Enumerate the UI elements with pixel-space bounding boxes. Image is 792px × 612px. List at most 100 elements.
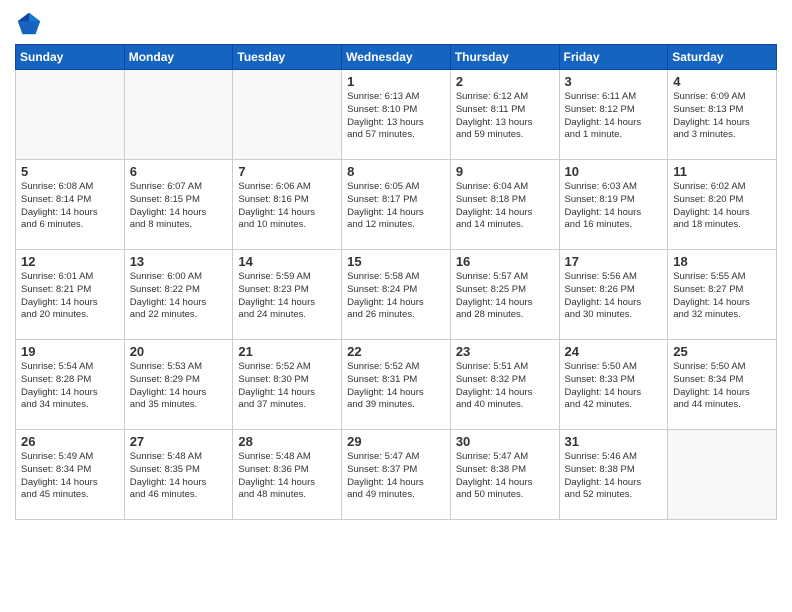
calendar-cell: 4 Sunrise: 6:09 AMSunset: 8:13 PMDaylight… — [668, 70, 777, 160]
day-number: 2 — [456, 74, 554, 89]
day-number: 20 — [130, 344, 228, 359]
day-number: 6 — [130, 164, 228, 179]
cell-text: Sunrise: 6:11 AMSunset: 8:12 PMDaylight:… — [565, 91, 663, 142]
calendar-cell: 16 Sunrise: 5:57 AMSunset: 8:25 PMDayligh… — [450, 250, 559, 340]
weekday-header: Tuesday — [233, 45, 342, 70]
cell-text: Sunrise: 6:00 AMSunset: 8:22 PMDaylight:… — [130, 271, 228, 322]
cell-text: Sunrise: 5:54 AMSunset: 8:28 PMDaylight:… — [21, 361, 119, 412]
cell-text: Sunrise: 6:08 AMSunset: 8:14 PMDaylight:… — [21, 181, 119, 232]
calendar-week-row: 1Sunrise: 6:13 AMSunset: 8:10 PMDaylight… — [16, 70, 777, 160]
day-number: 3 — [565, 74, 663, 89]
weekday-header: Friday — [559, 45, 668, 70]
calendar-cell: 19 Sunrise: 5:54 AMSunset: 8:28 PMDayligh… — [16, 340, 125, 430]
calendar-cell: 12 Sunrise: 6:01 AMSunset: 8:21 PMDayligh… — [16, 250, 125, 340]
day-number: 5 — [21, 164, 119, 179]
day-number: 21 — [238, 344, 336, 359]
calendar-cell: 28 Sunrise: 5:48 AMSunset: 8:36 PMDayligh… — [233, 430, 342, 520]
calendar-week-row: 26Sunrise: 5:49 AMSunset: 8:34 PMDayligh… — [16, 430, 777, 520]
calendar-cell: 1Sunrise: 6:13 AMSunset: 8:10 PMDaylight… — [342, 70, 451, 160]
calendar-cell: 11 Sunrise: 6:02 AMSunset: 8:20 PMDayligh… — [668, 160, 777, 250]
logo — [15, 10, 47, 38]
day-number: 17 — [565, 254, 663, 269]
cell-text: Sunrise: 6:06 AMSunset: 8:16 PMDaylight:… — [238, 181, 336, 232]
calendar: SundayMondayTuesdayWednesdayThursdayFrid… — [15, 44, 777, 520]
day-number: 1 — [347, 74, 445, 89]
day-number: 8 — [347, 164, 445, 179]
calendar-cell: 29 Sunrise: 5:47 AMSunset: 8:37 PMDayligh… — [342, 430, 451, 520]
calendar-cell: 17 Sunrise: 5:56 AMSunset: 8:26 PMDayligh… — [559, 250, 668, 340]
calendar-cell: 2Sunrise: 6:12 AMSunset: 8:11 PMDaylight… — [450, 70, 559, 160]
cell-text: Sunrise: 5:57 AMSunset: 8:25 PMDaylight:… — [456, 271, 554, 322]
day-number: 12 — [21, 254, 119, 269]
cell-text: Sunrise: 5:49 AMSunset: 8:34 PMDaylight:… — [21, 451, 119, 502]
day-number: 9 — [456, 164, 554, 179]
day-number: 13 — [130, 254, 228, 269]
cell-text: Sunrise: 6:02 AMSunset: 8:20 PMDaylight:… — [673, 181, 771, 232]
day-number: 11 — [673, 164, 771, 179]
day-number: 28 — [238, 434, 336, 449]
cell-text: Sunrise: 5:52 AMSunset: 8:31 PMDaylight:… — [347, 361, 445, 412]
calendar-week-row: 19 Sunrise: 5:54 AMSunset: 8:28 PMDayligh… — [16, 340, 777, 430]
cell-text: Sunrise: 5:59 AMSunset: 8:23 PMDaylight:… — [238, 271, 336, 322]
calendar-cell: 21Sunrise: 5:52 AMSunset: 8:30 PMDayligh… — [233, 340, 342, 430]
cell-text: Sunrise: 5:56 AMSunset: 8:26 PMDaylight:… — [565, 271, 663, 322]
day-number: 22 — [347, 344, 445, 359]
calendar-week-row: 12 Sunrise: 6:01 AMSunset: 8:21 PMDayligh… — [16, 250, 777, 340]
day-number: 4 — [673, 74, 771, 89]
calendar-cell: 20Sunrise: 5:53 AMSunset: 8:29 PMDayligh… — [124, 340, 233, 430]
calendar-cell — [233, 70, 342, 160]
day-number: 7 — [238, 164, 336, 179]
weekday-header-row: SundayMondayTuesdayWednesdayThursdayFrid… — [16, 45, 777, 70]
weekday-header: Thursday — [450, 45, 559, 70]
day-number: 31 — [565, 434, 663, 449]
page-header — [15, 10, 777, 38]
calendar-cell — [668, 430, 777, 520]
calendar-week-row: 5 Sunrise: 6:08 AMSunset: 8:14 PMDaylight… — [16, 160, 777, 250]
cell-text: Sunrise: 5:47 AMSunset: 8:38 PMDaylight:… — [456, 451, 554, 502]
day-number: 25 — [673, 344, 771, 359]
cell-text: Sunrise: 5:46 AMSunset: 8:38 PMDaylight:… — [565, 451, 663, 502]
cell-text: Sunrise: 6:05 AMSunset: 8:17 PMDaylight:… — [347, 181, 445, 232]
calendar-cell: 24 Sunrise: 5:50 AMSunset: 8:33 PMDayligh… — [559, 340, 668, 430]
cell-text: Sunrise: 6:07 AMSunset: 8:15 PMDaylight:… — [130, 181, 228, 232]
cell-text: Sunrise: 5:50 AMSunset: 8:33 PMDaylight:… — [565, 361, 663, 412]
calendar-cell: 15 Sunrise: 5:58 AMSunset: 8:24 PMDayligh… — [342, 250, 451, 340]
weekday-header: Saturday — [668, 45, 777, 70]
day-number: 27 — [130, 434, 228, 449]
day-number: 16 — [456, 254, 554, 269]
calendar-cell: 9 Sunrise: 6:04 AMSunset: 8:18 PMDaylight… — [450, 160, 559, 250]
calendar-cell: 26Sunrise: 5:49 AMSunset: 8:34 PMDayligh… — [16, 430, 125, 520]
cell-text: Sunrise: 5:58 AMSunset: 8:24 PMDaylight:… — [347, 271, 445, 322]
day-number: 24 — [565, 344, 663, 359]
calendar-cell: 22 Sunrise: 5:52 AMSunset: 8:31 PMDayligh… — [342, 340, 451, 430]
calendar-cell: 27Sunrise: 5:48 AMSunset: 8:35 PMDayligh… — [124, 430, 233, 520]
cell-text: Sunrise: 5:48 AMSunset: 8:36 PMDaylight:… — [238, 451, 336, 502]
cell-text: Sunrise: 6:04 AMSunset: 8:18 PMDaylight:… — [456, 181, 554, 232]
day-number: 30 — [456, 434, 554, 449]
cell-text: Sunrise: 6:09 AMSunset: 8:13 PMDaylight:… — [673, 91, 771, 142]
weekday-header: Sunday — [16, 45, 125, 70]
calendar-cell: 30 Sunrise: 5:47 AMSunset: 8:38 PMDayligh… — [450, 430, 559, 520]
cell-text: Sunrise: 5:55 AMSunset: 8:27 PMDaylight:… — [673, 271, 771, 322]
logo-icon — [15, 10, 43, 38]
cell-text: Sunrise: 5:50 AMSunset: 8:34 PMDaylight:… — [673, 361, 771, 412]
calendar-cell: 23 Sunrise: 5:51 AMSunset: 8:32 PMDayligh… — [450, 340, 559, 430]
calendar-cell — [16, 70, 125, 160]
day-number: 15 — [347, 254, 445, 269]
calendar-cell: 5 Sunrise: 6:08 AMSunset: 8:14 PMDaylight… — [16, 160, 125, 250]
calendar-cell: 3 Sunrise: 6:11 AMSunset: 8:12 PMDaylight… — [559, 70, 668, 160]
day-number: 14 — [238, 254, 336, 269]
calendar-cell: 25 Sunrise: 5:50 AMSunset: 8:34 PMDayligh… — [668, 340, 777, 430]
weekday-header: Monday — [124, 45, 233, 70]
calendar-cell: 7 Sunrise: 6:06 AMSunset: 8:16 PMDaylight… — [233, 160, 342, 250]
calendar-cell: 10Sunrise: 6:03 AMSunset: 8:19 PMDayligh… — [559, 160, 668, 250]
day-number: 29 — [347, 434, 445, 449]
cell-text: Sunrise: 5:51 AMSunset: 8:32 PMDaylight:… — [456, 361, 554, 412]
cell-text: Sunrise: 6:01 AMSunset: 8:21 PMDaylight:… — [21, 271, 119, 322]
day-number: 23 — [456, 344, 554, 359]
day-number: 19 — [21, 344, 119, 359]
calendar-cell: 8 Sunrise: 6:05 AMSunset: 8:17 PMDaylight… — [342, 160, 451, 250]
calendar-cell — [124, 70, 233, 160]
day-number: 18 — [673, 254, 771, 269]
cell-text: Sunrise: 5:47 AMSunset: 8:37 PMDaylight:… — [347, 451, 445, 502]
